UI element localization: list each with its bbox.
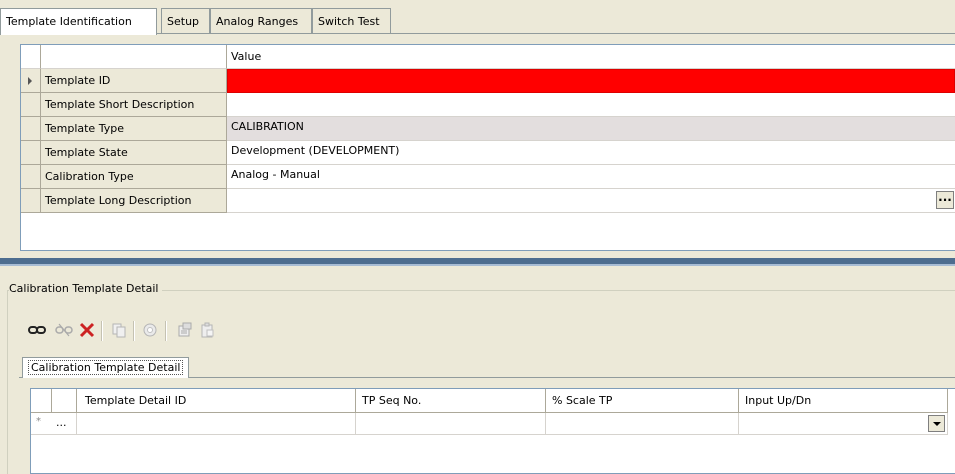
toolbar-separator (101, 321, 103, 341)
template-short-description-field[interactable] (227, 93, 955, 117)
property-row-calibration-type: Calibration Type Analog - Manual (21, 165, 955, 189)
tab-setup[interactable]: Setup (161, 8, 210, 33)
new-row-ellipsis-button[interactable]: ... (56, 417, 67, 428)
header-label-column (41, 45, 227, 69)
template-type-value: CALIBRATION (227, 117, 955, 141)
property-label: Template Short Description (41, 93, 227, 117)
tab-switch-test[interactable]: Switch Test (312, 8, 391, 33)
property-row-template-type: Template Type CALIBRATION (21, 117, 955, 141)
template-long-description-field[interactable]: ... (227, 189, 955, 213)
tab-calibration-template-detail[interactable]: Calibration Template Detail (22, 357, 190, 378)
delete-icon[interactable] (76, 319, 98, 341)
property-row-template-long-description: Template Long Description ... (21, 189, 955, 213)
properties-icon[interactable] (174, 319, 196, 341)
input-up-dn-dropdown-button[interactable] (928, 415, 945, 432)
property-row-template-short-description: Template Short Description (21, 93, 955, 117)
property-label: Calibration Type (41, 165, 227, 189)
row-selector[interactable] (21, 165, 41, 189)
property-label: Template Type (41, 117, 227, 141)
new-row-asterisk-icon: * (36, 416, 41, 427)
property-label: Template ID (41, 69, 227, 93)
toolbar-separator (165, 321, 167, 341)
new-row-selector[interactable]: * ... (31, 413, 77, 435)
copy-icon[interactable] (108, 319, 130, 341)
calibration-type-field[interactable]: Analog - Manual (227, 165, 955, 189)
link-icon[interactable] (26, 319, 48, 341)
grid-corner (31, 389, 52, 413)
paste-icon[interactable] (139, 319, 161, 341)
row-selector[interactable] (21, 117, 41, 141)
grid-button-column-header (52, 389, 77, 413)
property-label: Template Long Description (41, 189, 227, 213)
tab-analog-ranges[interactable]: Analog Ranges (210, 8, 312, 33)
input-up-dn-cell[interactable] (739, 413, 948, 435)
column-header-scale-tp[interactable]: % Scale TP (546, 389, 739, 413)
property-row-template-id: Template ID (21, 69, 955, 93)
property-label: Template State (41, 141, 227, 165)
template-detail-id-cell[interactable] (77, 413, 356, 435)
property-grid: Value Template ID Template Short Descrip… (20, 44, 955, 251)
template-state-field[interactable]: Development (DEVELOPMENT) (227, 141, 955, 165)
unlink-icon[interactable] (53, 319, 75, 341)
row-selector[interactable] (21, 189, 41, 213)
tab-label: Calibration Template Detail (28, 360, 184, 375)
current-row-arrow-icon (28, 77, 32, 85)
row-selector[interactable] (21, 141, 41, 165)
long-description-ellipsis-button[interactable]: ... (936, 191, 954, 209)
column-header-template-detail-id[interactable]: Template Detail ID (77, 389, 356, 413)
row-selector[interactable] (21, 69, 41, 93)
scale-tp-cell[interactable] (546, 413, 739, 435)
tab-strip: Template Identification Setup Analog Ran… (0, 8, 955, 35)
template-id-field[interactable] (227, 69, 955, 93)
detail-grid: Template Detail ID TP Seq No. % Scale TP… (30, 388, 955, 474)
value-column-header: Value (227, 45, 955, 69)
column-header-tp-seq-no[interactable]: TP Seq No. (356, 389, 546, 413)
toolbar-separator (133, 321, 135, 341)
clipboard-icon[interactable] (196, 319, 218, 341)
header-corner (21, 45, 41, 69)
row-selector[interactable] (21, 93, 41, 117)
tab-template-identification[interactable]: Template Identification (0, 8, 157, 35)
detail-group-title: Calibration Template Detail (9, 282, 163, 296)
property-grid-header: Value (21, 45, 955, 69)
tp-seq-no-cell[interactable] (356, 413, 546, 435)
property-row-template-state: Template State Development (DEVELOPMENT) (21, 141, 955, 165)
column-header-input-up-dn[interactable]: Input Up/Dn (739, 389, 948, 413)
